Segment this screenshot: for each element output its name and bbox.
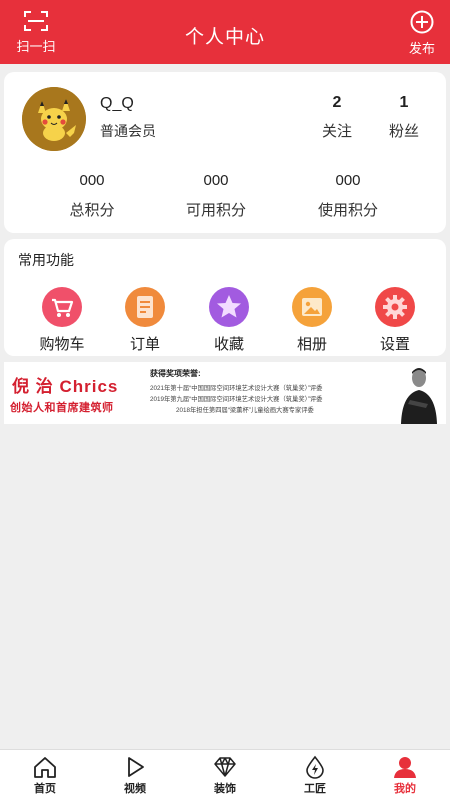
- banner-role: 创始人和首席建筑师: [10, 402, 114, 414]
- tab-home-label: 首页: [34, 783, 56, 795]
- star-icon: [209, 287, 249, 327]
- used-points-label: 使用积分: [317, 202, 378, 219]
- craftsman-icon: [306, 755, 324, 779]
- section-title: 常用功能: [18, 252, 74, 268]
- cart-icon: [42, 287, 82, 327]
- used-points-value: 000: [335, 172, 361, 189]
- settings-button[interactable]: 设置: [355, 287, 435, 354]
- bottom-tab-bar: 首页 视频 装饰 工匠 我的: [0, 749, 450, 800]
- total-points-value: 000: [79, 172, 105, 189]
- follow-count: 2: [332, 94, 342, 111]
- used-points: 000 使用积分: [288, 172, 408, 220]
- user-icon: [394, 757, 416, 778]
- available-points-label: 可用积分: [185, 202, 246, 219]
- tab-mine-label: 我的: [394, 783, 416, 795]
- follow-label: 关注: [321, 123, 352, 140]
- cart-label: 购物车: [39, 336, 85, 353]
- tab-video-label: 视频: [124, 783, 146, 795]
- order-button[interactable]: 订单: [105, 287, 185, 354]
- home-icon: [34, 757, 56, 778]
- username: Q_Q: [100, 95, 134, 112]
- total-points-label: 总积分: [69, 202, 115, 219]
- follow-stat[interactable]: 2 关注: [307, 94, 367, 141]
- cart-button[interactable]: 购物车: [22, 287, 102, 354]
- available-points: 000 可用积分: [156, 172, 276, 220]
- fans-count: 1: [399, 94, 409, 111]
- architect-photo: [401, 368, 437, 424]
- favorites-label: 收藏: [213, 336, 244, 353]
- awards-title: 获得奖项荣誉:: [150, 369, 201, 378]
- profile-card: Q_Q 普通会员 2 关注 1 粉丝 000 总积分 000 可用积分 000 …: [4, 72, 446, 233]
- order-label: 订单: [129, 336, 160, 353]
- fans-stat[interactable]: 1 粉丝: [374, 94, 434, 141]
- favorites-button[interactable]: 收藏: [189, 287, 269, 354]
- publish-button[interactable]: 发布: [394, 10, 450, 57]
- available-points-value: 000: [203, 172, 229, 189]
- architect-banner[interactable]: 倪 治 Chrics 创始人和首席建筑师 获得奖项荣誉: 2021年第十届“中国…: [4, 362, 446, 424]
- avatar[interactable]: [22, 87, 86, 151]
- tab-decoration-label: 装饰: [214, 783, 236, 795]
- top-header: 扫一扫 个人中心 发布: [0, 0, 450, 64]
- diamond-icon: [214, 757, 236, 777]
- tab-craftsman[interactable]: 工匠: [280, 755, 350, 796]
- order-icon: [125, 287, 165, 327]
- total-points: 000 总积分: [32, 172, 152, 220]
- tab-craftsman-label: 工匠: [304, 783, 326, 795]
- album-icon: [292, 287, 332, 327]
- gear-icon: [375, 287, 415, 327]
- member-level: 普通会员: [100, 123, 156, 139]
- award-line: 2018年担任第四届“梁薰杯”儿童绘画大赛专家评委: [176, 407, 314, 414]
- album-label: 相册: [296, 336, 327, 353]
- tab-decoration[interactable]: 装饰: [190, 755, 260, 796]
- fans-label: 粉丝: [388, 123, 419, 140]
- tab-home[interactable]: 首页: [10, 755, 80, 796]
- add-circle-icon: [410, 10, 434, 34]
- award-line: 2019年第九届“中国国际空间环境艺术设计大赛（筑巢奖）”评委: [150, 396, 323, 403]
- publish-label: 发布: [408, 41, 435, 56]
- tab-mine[interactable]: 我的: [370, 755, 440, 796]
- play-icon: [128, 757, 144, 777]
- banner-name: 倪 治 Chrics: [12, 377, 119, 396]
- pikachu-avatar-icon: [22, 87, 86, 151]
- award-line: 2021年第十届“中国国际空间环境艺术设计大赛（筑巢奖）”评委: [150, 385, 323, 392]
- common-functions-card: 常用功能 购物车 订单 收藏 相册 设置: [4, 239, 446, 356]
- tab-video[interactable]: 视频: [100, 755, 170, 796]
- page-title: 个人中心: [184, 27, 265, 48]
- album-button[interactable]: 相册: [272, 287, 352, 354]
- settings-label: 设置: [379, 336, 410, 353]
